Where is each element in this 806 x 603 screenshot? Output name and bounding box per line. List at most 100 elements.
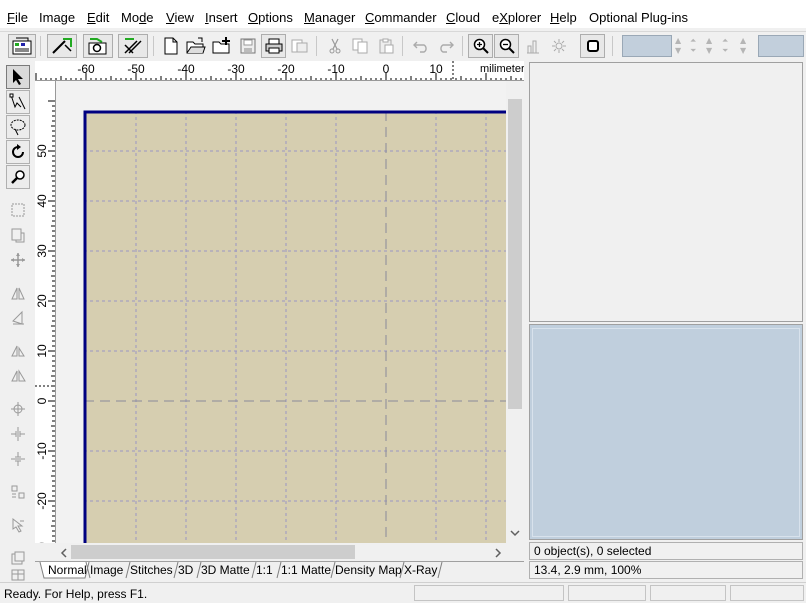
preview-panel[interactable] (529, 324, 803, 540)
print-preview-button[interactable] (287, 34, 312, 58)
zoom-out-button[interactable] (494, 34, 519, 58)
tab-3d-matte[interactable]: 3D Matte (201, 562, 250, 578)
skew-horizontal-tool[interactable] (6, 339, 30, 363)
edit-nodes-tool[interactable] (6, 90, 30, 114)
tab-3d[interactable]: 3D (178, 562, 193, 578)
redo-button[interactable] (433, 34, 458, 58)
spin-arrows-1[interactable]: ▲ ▼ (675, 36, 681, 56)
wand-stitch-button[interactable] (47, 34, 77, 58)
title-strip (0, 0, 806, 8)
color-combo-left[interactable] (622, 35, 672, 57)
center-tool[interactable] (6, 397, 30, 421)
menu-mode[interactable]: Mode (121, 10, 154, 26)
add-file-icon (212, 37, 230, 54)
print-button[interactable] (261, 34, 286, 58)
select-tool[interactable] (6, 65, 30, 89)
wand-stitch-icon (52, 38, 72, 54)
spin-arrows-5[interactable]: ▲ ▼ (740, 36, 746, 56)
tab-normal[interactable]: Normal (48, 562, 87, 578)
rotate-tool[interactable] (6, 140, 30, 164)
zoom-tool[interactable] (6, 165, 30, 189)
rect-select-tool[interactable] (6, 198, 30, 222)
zoom-in-button[interactable] (468, 34, 493, 58)
save-icon (240, 38, 255, 54)
color-combo-right[interactable] (758, 35, 804, 57)
tab-density-map[interactable]: Density Map (335, 562, 402, 578)
redo-icon (439, 41, 454, 53)
cursor-hand-icon (12, 517, 24, 533)
spin-arrows-3[interactable]: ▲ ▼ (706, 36, 712, 56)
skew-vertical-tool[interactable] (6, 364, 30, 388)
align-horizontal-tool[interactable] (6, 422, 30, 446)
menu-optional-plugins[interactable]: Optional Plug-ins (589, 10, 688, 26)
print-icon (265, 38, 282, 54)
rotate-icon (12, 144, 24, 158)
menu-view[interactable]: View (166, 10, 194, 26)
scroll-left-icon[interactable] (60, 548, 68, 558)
align-vertical-tool[interactable] (6, 447, 30, 471)
skew-vertical-icon (11, 369, 26, 382)
menu-explorer[interactable]: eXplorer (492, 10, 541, 26)
save-button[interactable] (235, 34, 260, 58)
open-folder-button[interactable] (183, 34, 208, 58)
new-document-icon (164, 37, 177, 55)
undo-button[interactable] (408, 34, 433, 58)
mirror-horizontal-tool[interactable] (6, 281, 30, 305)
copy-button[interactable] (347, 34, 372, 58)
paste-button[interactable] (373, 34, 398, 58)
camera-button[interactable] (83, 34, 113, 58)
vertical-scrollbar[interactable] (506, 81, 524, 543)
ruler-label: 20 (35, 294, 49, 308)
main-toolbar: ▲ ▼ ⏶ ⏷ ▲ ▼ ⏶ ⏷ ▲ ▼ (0, 31, 806, 62)
menu-edit[interactable]: Edit (87, 10, 109, 26)
new-document-button[interactable] (158, 34, 183, 58)
menu-help[interactable]: Help (550, 10, 577, 26)
mirror-vertical-icon (12, 310, 24, 325)
scroll-down-icon[interactable] (510, 529, 520, 537)
design-canvas[interactable] (56, 81, 506, 543)
tab-1-1-matte[interactable]: 1:1 Matte (281, 562, 331, 578)
vertical-scroll-thumb[interactable] (508, 99, 522, 409)
select-arrow-icon (13, 69, 23, 85)
cursor-hand-tool[interactable] (6, 513, 30, 537)
scroll-right-icon[interactable] (494, 548, 502, 558)
distribute-tool[interactable] (6, 480, 30, 504)
horizontal-scrollbar[interactable] (56, 543, 506, 561)
mirror-vertical-tool[interactable] (6, 306, 30, 330)
menu-options[interactable]: Options (248, 10, 293, 26)
ruler-label: -10 (327, 62, 345, 76)
tab-image[interactable]: Image (90, 562, 123, 578)
menu-cloud[interactable]: Cloud (446, 10, 480, 26)
ruler-label: -20 (35, 492, 49, 510)
object-list-panel[interactable] (529, 62, 803, 322)
digitize-button[interactable] (118, 34, 148, 58)
copy-select-tool[interactable] (6, 223, 30, 247)
menu-insert[interactable]: Insert (205, 10, 238, 26)
design-button[interactable] (8, 34, 36, 58)
add-file-button[interactable] (209, 34, 234, 58)
tab-stitches[interactable]: Stitches (130, 562, 173, 578)
bar-chart-button[interactable] (520, 34, 545, 58)
tab-x-ray[interactable]: X-Ray (404, 562, 437, 578)
menu-manager[interactable]: Manager (304, 10, 355, 26)
design-icon (12, 37, 32, 55)
zoom-in-icon (473, 38, 489, 54)
stop-button[interactable] (580, 34, 605, 58)
sparkle-button[interactable] (546, 34, 571, 58)
selection-info: 0 object(s), 0 selected (529, 542, 803, 560)
lasso-icon (10, 119, 26, 136)
status-pane-2 (568, 585, 646, 601)
lasso-tool[interactable] (6, 115, 30, 139)
status-text: Ready. For Help, press F1. (4, 587, 148, 601)
ruler-label: -20 (277, 62, 295, 76)
move-tool[interactable] (6, 248, 30, 272)
tab-1-1[interactable]: 1:1 (256, 562, 273, 578)
table-tool[interactable] (6, 567, 30, 581)
menu-commander[interactable]: Commander (365, 10, 437, 26)
spin-arrows-4[interactable]: ⏶ ⏷ (722, 36, 728, 56)
menu-image[interactable]: Image (39, 10, 75, 26)
spin-arrows-2[interactable]: ⏶ ⏷ (690, 36, 696, 56)
horizontal-scroll-thumb[interactable] (71, 545, 355, 559)
cut-button[interactable] (322, 34, 347, 58)
menu-file[interactable]: File (7, 10, 28, 26)
